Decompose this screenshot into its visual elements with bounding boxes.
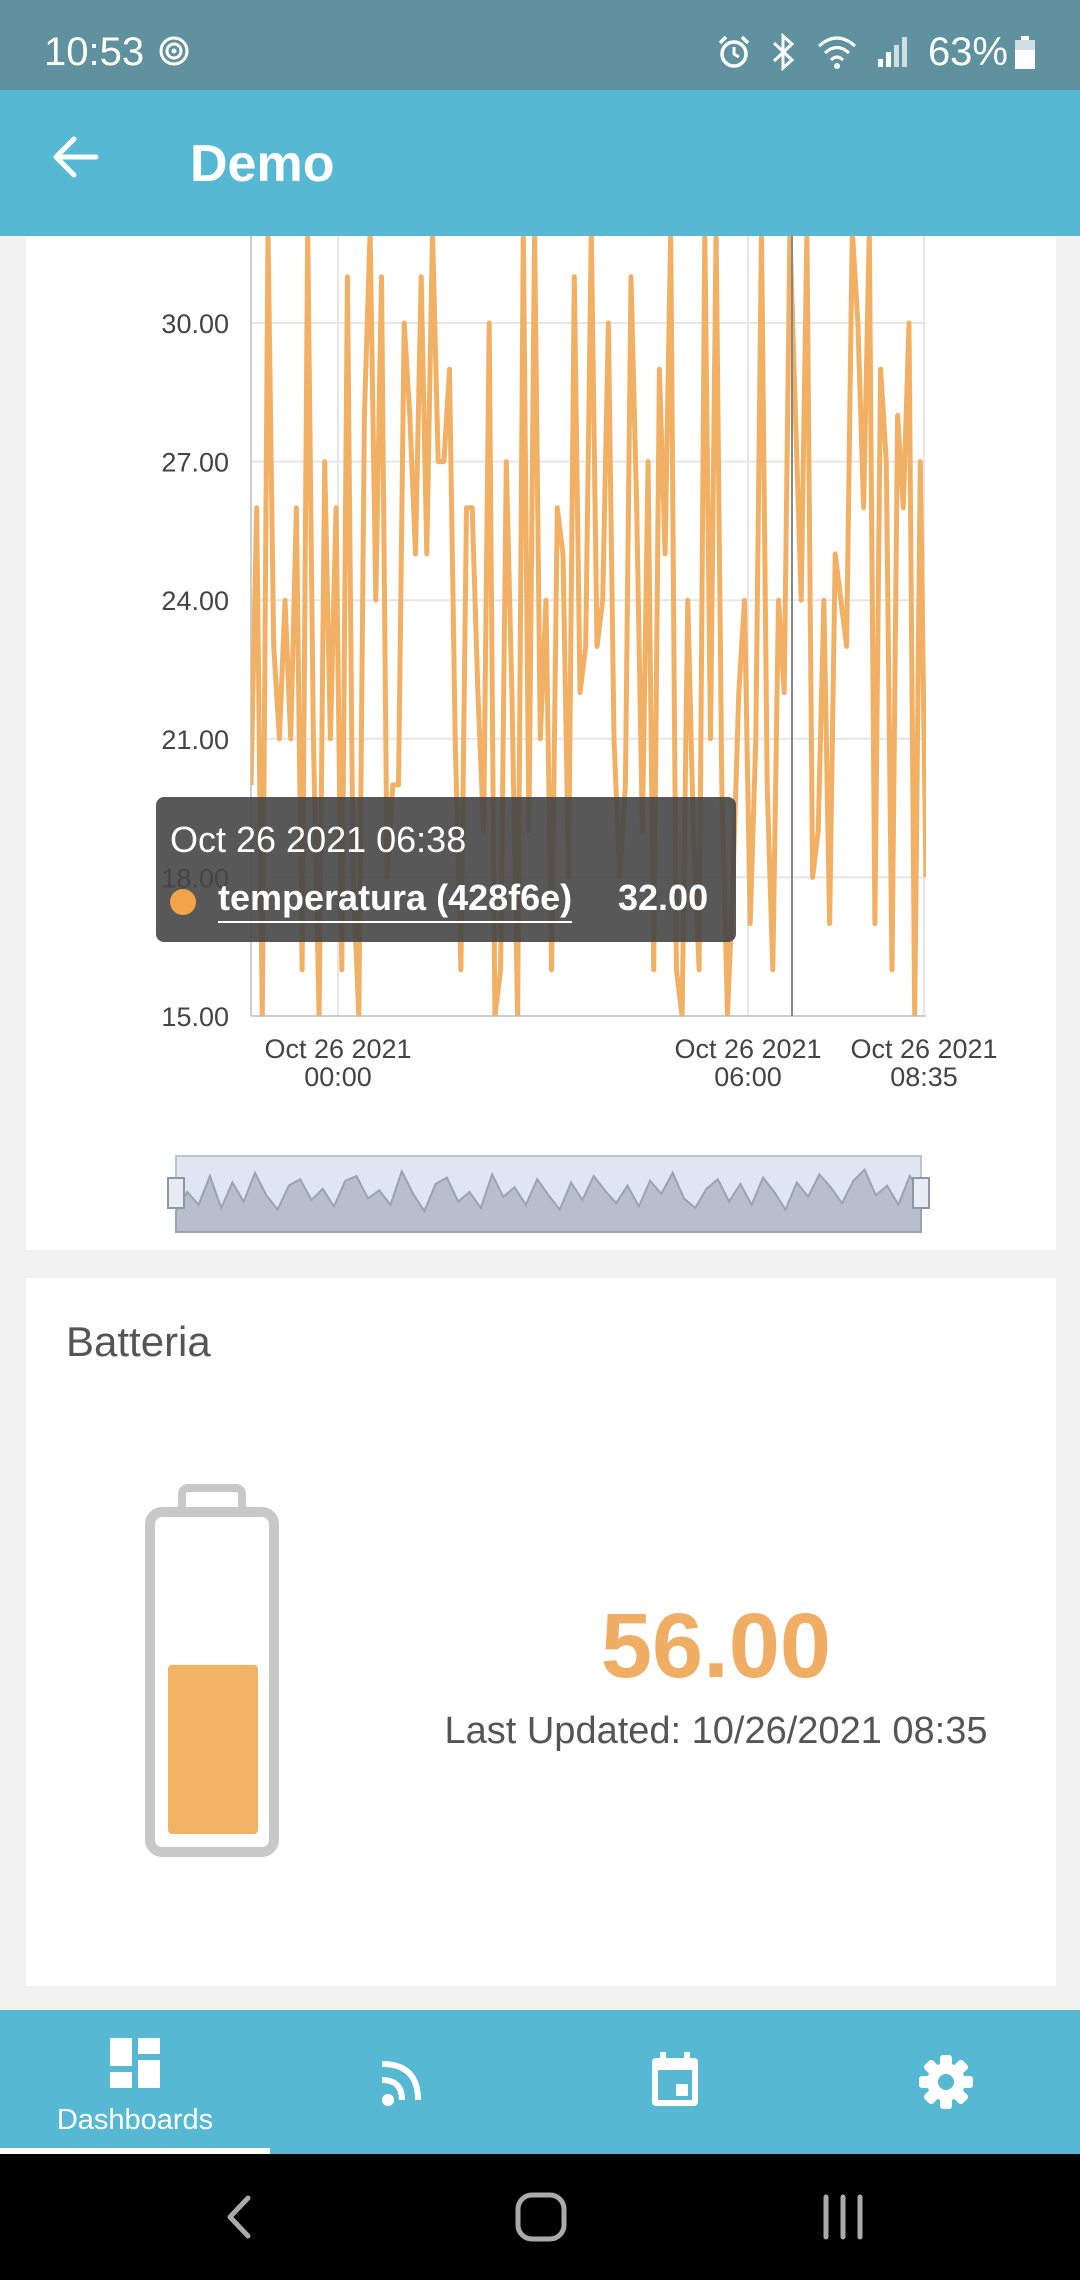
status-time: 10:53 — [44, 30, 145, 74]
temperature-chart-card: 30.0027.0024.0021.0018.0015.00 Oct 26 20… — [26, 236, 1056, 1250]
system-navigation-bar — [0, 2154, 1080, 2280]
battery-card: Batteria 56.00 Last Updated: 10/26/2021 … — [26, 1278, 1056, 1986]
nav-settings[interactable] — [810, 2010, 1080, 2154]
y-tick-label: 15.00 — [161, 1002, 229, 1032]
arrow-left-icon[interactable] — [48, 130, 102, 184]
navigator-handle-right[interactable] — [912, 1177, 930, 1209]
nav-dashboards[interactable]: Dashboards — [0, 2010, 270, 2154]
navigator-handle-left[interactable] — [167, 1177, 185, 1209]
page-title: Demo — [190, 135, 335, 193]
y-tick-label: 24.00 — [161, 586, 229, 616]
rss-feed-icon — [381, 2061, 421, 2106]
bluetooth-icon — [772, 33, 795, 71]
nav-label-dashboards: Dashboards — [56, 2104, 214, 2136]
home-icon[interactable] — [506, 2182, 576, 2252]
battery-level-icon — [145, 1484, 279, 1857]
chart-tooltip: Oct 26 2021 06:38 temperatura (428f6e) 3… — [156, 797, 736, 942]
last-updated-text: Last Updated: 10/26/2021 08:35 — [444, 1710, 988, 1752]
tooltip-date: Oct 26 2021 06:38 — [170, 819, 467, 860]
range-navigator — [167, 1155, 930, 1233]
alarm-icon — [718, 35, 750, 68]
status-bar: 10:53 63% — [0, 0, 1080, 90]
battery-icon — [1015, 36, 1035, 69]
tooltip-value: 32.00 — [618, 877, 709, 918]
nav-feeds[interactable] — [270, 2010, 540, 2154]
x-axis-ticks: Oct 26 202100:00Oct 26 202106:00Oct 26 2… — [264, 1034, 997, 1092]
cast-icon — [159, 36, 189, 66]
y-tick-label: 21.00 — [161, 725, 229, 755]
signal-icon — [878, 37, 907, 67]
nav-calendar[interactable] — [540, 2010, 810, 2154]
x-tick-label: 08:35 — [890, 1062, 958, 1092]
series-color-dot — [170, 889, 196, 915]
battery-value: 56.00 — [600, 1595, 832, 1697]
tooltip-series-name: temperatura (428f6e) — [218, 877, 573, 923]
x-tick-label: Oct 26 2021 — [264, 1034, 411, 1064]
bottom-navigation: Dashboards — [0, 2010, 1080, 2154]
settings-gear-icon — [919, 2055, 973, 2109]
y-tick-label: 30.00 — [161, 309, 229, 339]
temperature-chart[interactable]: 30.0027.0024.0021.0018.0015.00 Oct 26 20… — [26, 236, 1056, 1250]
battery-card-title: Batteria — [66, 1318, 211, 1365]
y-tick-label: 27.00 — [161, 448, 229, 478]
recents-icon[interactable] — [808, 2182, 878, 2252]
x-tick-label: 06:00 — [714, 1062, 782, 1092]
x-tick-label: Oct 26 2021 — [850, 1034, 997, 1064]
x-tick-label: 00:00 — [304, 1062, 372, 1092]
wifi-icon — [818, 36, 856, 69]
back-icon[interactable] — [206, 2182, 276, 2252]
battery-percent: 63% — [927, 30, 1008, 74]
app-bar: Demo — [0, 90, 1080, 236]
battery-fill — [168, 1664, 258, 1834]
calendar-icon — [652, 2052, 698, 2106]
dashboard-icon — [110, 2038, 160, 2088]
x-tick-label: Oct 26 2021 — [674, 1034, 821, 1064]
